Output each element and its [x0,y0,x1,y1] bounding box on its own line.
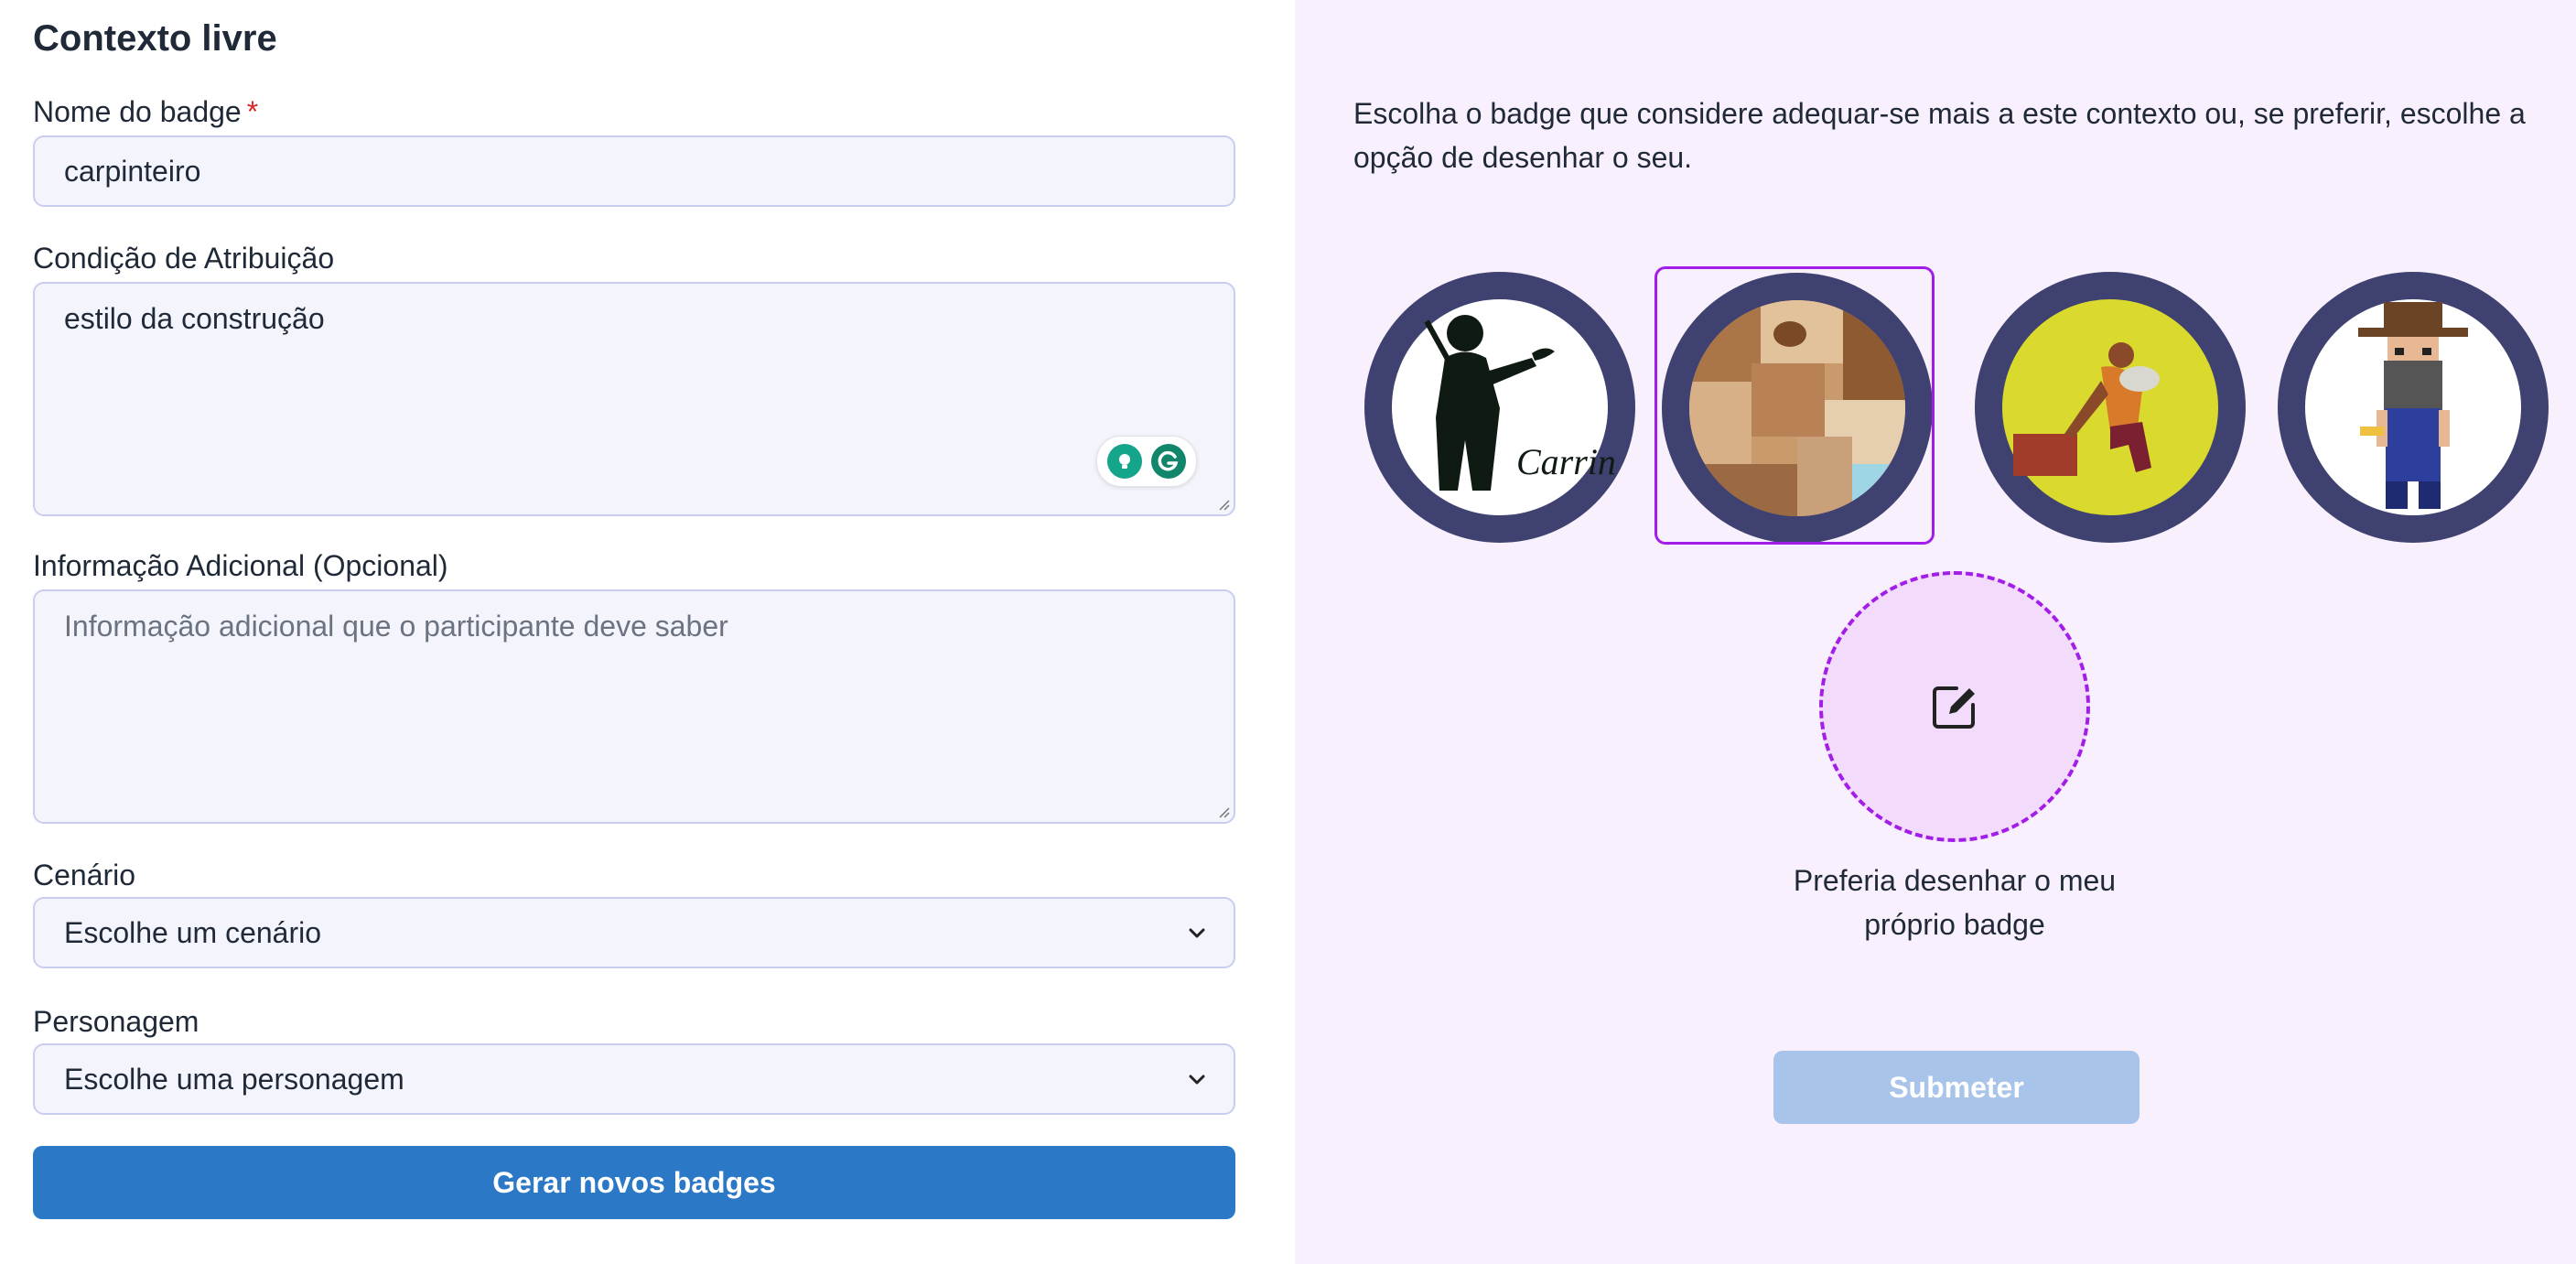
badge-option-3[interactable] [1973,271,2247,544]
draw-own-badge-label: Preferia desenhar o meu próprio badge [1793,864,2117,941]
condition-value: estilo da construção [64,302,325,335]
extra-info-textarea[interactable]: Informação adicional que o participante … [33,589,1235,824]
character-label: Personagem [33,1005,199,1038]
grammarly-widget[interactable] [1096,436,1197,487]
badge-name-input[interactable]: carpinteiro [33,135,1235,207]
badge-name-label: Nome do badge * [33,95,258,129]
badge-name-label-text: Nome do badge [33,95,242,128]
condition-textarea[interactable]: estilo da construção [33,282,1235,516]
badge-form-panel: Contexto livre Nome do badge * carpinteir… [0,0,1295,1264]
scenario-selected-value: Escolhe um cenário [64,916,322,949]
extra-info-label: Informação Adicional (Opcional) [33,549,448,582]
draw-own-badge-button[interactable] [1819,571,2090,842]
badge-option-1[interactable]: Carrin [1363,271,1637,544]
badge-option-2-selected[interactable] [1654,266,1935,545]
badge-option-4[interactable] [2276,271,2550,544]
submit-button[interactable]: Submeter [1773,1051,2139,1124]
condition-label: Condição de Atribuição [33,242,335,275]
badge-name-value: carpinteiro [64,155,201,188]
picker-instructions: Escolha o badge que considere adequar-se… [1353,97,2526,174]
chevron-down-icon [1189,1075,1205,1085]
character-select[interactable]: Escolhe uma personagem [33,1043,1235,1115]
character-selected-value: Escolhe uma personagem [64,1063,404,1096]
resize-handle-icon[interactable] [1215,804,1230,818]
badge-picker-panel: Escolha o badge que considere adequar-se… [1295,0,2576,1264]
page-title: Contexto livre [33,18,277,59]
extra-info-placeholder: Informação adicional que o participante … [64,610,728,643]
lightbulb-icon[interactable] [1106,444,1142,479]
generate-badges-button[interactable]: Gerar novos badges [33,1146,1235,1219]
required-mark: * [246,95,259,128]
grammarly-icon[interactable] [1151,444,1187,479]
badge-logo-text: Carrin [1516,441,1616,482]
edit-icon [1933,686,1975,729]
resize-handle-icon[interactable] [1215,496,1230,511]
scenario-label: Cenário [33,859,136,891]
scenario-select[interactable]: Escolhe um cenário [33,897,1235,968]
chevron-down-icon [1189,928,1205,938]
